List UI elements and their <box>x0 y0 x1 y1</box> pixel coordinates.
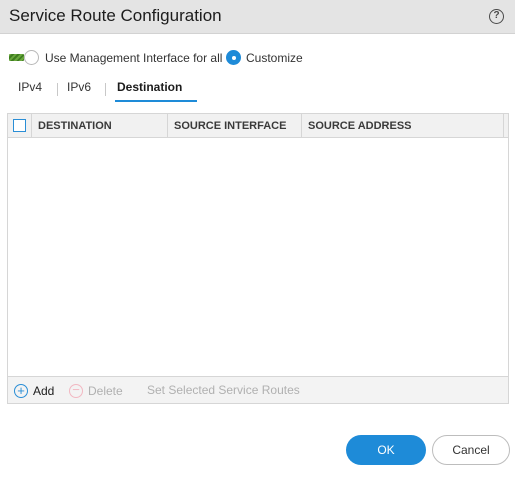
cancel-button[interactable]: Cancel <box>432 435 510 465</box>
add-label: Add <box>33 384 55 398</box>
table-body <box>8 138 508 376</box>
tab-ipv6[interactable]: IPv6 <box>67 80 91 101</box>
column-header-source-address[interactable]: SOURCE ADDRESS <box>302 114 504 137</box>
customize-label: Customize <box>246 51 303 65</box>
tab-destination[interactable]: Destination <box>115 80 197 102</box>
help-icon[interactable]: ? <box>489 9 504 24</box>
delete-button[interactable]: − Delete <box>69 383 135 399</box>
column-header-source-interface[interactable]: SOURCE INTERFACE <box>168 114 302 137</box>
tab-divider <box>105 83 106 96</box>
ok-button[interactable]: OK <box>346 435 426 465</box>
dialog-titlebar: Service Route Configuration ? <box>0 0 515 34</box>
tab-ipv4[interactable]: IPv4 <box>18 80 42 101</box>
select-all-column <box>8 114 32 137</box>
radio-selected-icon <box>226 50 241 65</box>
plus-icon: + <box>14 384 28 398</box>
table-header: DESTINATION SOURCE INTERFACE SOURCE ADDR… <box>8 114 508 138</box>
minus-icon: − <box>69 383 83 398</box>
table-footer-toolbar: + Add − Delete Set Selected Service Rout… <box>8 376 508 403</box>
use-management-interface-label: Use Management Interface for all <box>45 51 223 65</box>
use-management-interface-radio[interactable]: Use Management Interface for all <box>9 50 222 66</box>
add-button[interactable]: + Add <box>14 383 64 399</box>
delete-label: Delete <box>88 384 123 398</box>
flag-icon <box>9 54 24 61</box>
dialog-title: Service Route Configuration <box>9 6 222 25</box>
set-selected-service-routes-button[interactable]: Set Selected Service Routes <box>147 383 300 399</box>
column-header-destination[interactable]: DESTINATION <box>32 114 168 137</box>
tab-divider <box>57 83 58 96</box>
select-all-checkbox[interactable] <box>13 119 26 132</box>
customize-radio[interactable]: Customize <box>226 50 316 66</box>
destination-table: DESTINATION SOURCE INTERFACE SOURCE ADDR… <box>7 113 509 404</box>
radio-unselected-icon <box>24 50 39 65</box>
